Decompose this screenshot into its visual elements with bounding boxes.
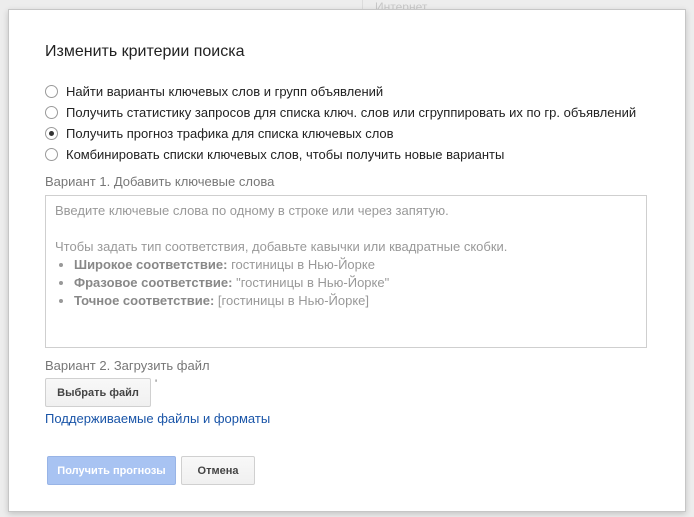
- option-label: Комбинировать списки ключевых слов, чтоб…: [66, 147, 505, 162]
- broad-match-example: гостиницы в Нью-Йорке: [231, 257, 375, 272]
- choose-file-button[interactable]: Выбрать файл: [45, 378, 151, 407]
- placeholder-line-1: Введите ключевые слова по одному в строк…: [55, 203, 449, 218]
- variant2-label: Вариант 2. Загрузить файл: [45, 358, 210, 373]
- search-criteria-dialog: Изменить критерии поиска Найти варианты …: [8, 9, 686, 512]
- phrase-match-example: "гостиницы в Нью-Йорке": [236, 275, 390, 290]
- radio-button[interactable]: [45, 85, 58, 98]
- supported-formats-link[interactable]: Поддерживаемые файлы и форматы: [45, 411, 270, 426]
- exact-match-label: Точное соответствие:: [74, 293, 215, 308]
- placeholder-line-2: Чтобы задать тип соответствия, добавьте …: [55, 239, 508, 254]
- phrase-match-label: Фразовое соответствие:: [74, 275, 233, 290]
- file-status-text: ': [155, 378, 158, 390]
- get-forecast-button[interactable]: Получить прогнозы: [47, 456, 176, 485]
- option-label: Найти варианты ключевых слов и групп объ…: [66, 84, 384, 99]
- keywords-textarea[interactable]: Введите ключевые слова по одному в строк…: [45, 195, 647, 348]
- match-type-list: Широкое соответствие: гостиницы в Нью-Йо…: [55, 256, 637, 310]
- variant1-label: Вариант 1. Добавить ключевые слова: [45, 174, 275, 189]
- broad-match-item: Широкое соответствие: гостиницы в Нью-Йо…: [74, 256, 637, 274]
- option-get-traffic-forecast[interactable]: Получить прогноз трафика для списка ключ…: [45, 123, 636, 144]
- option-get-search-volume[interactable]: Получить статистику запросов для списка …: [45, 102, 636, 123]
- dialog-title: Изменить критерии поиска: [45, 43, 245, 60]
- radio-button[interactable]: [45, 106, 58, 119]
- radio-button-selected[interactable]: [45, 127, 58, 140]
- phrase-match-item: Фразовое соответствие: "гостиницы в Нью-…: [74, 274, 637, 292]
- option-label: Получить прогноз трафика для списка ключ…: [66, 126, 394, 141]
- cancel-button[interactable]: Отмена: [181, 456, 255, 485]
- radio-button[interactable]: [45, 148, 58, 161]
- exact-match-item: Точное соответствие: [гостиницы в Нью-Йо…: [74, 292, 637, 310]
- option-label: Получить статистику запросов для списка …: [66, 105, 637, 120]
- exact-match-example: [гостиницы в Нью-Йорке]: [217, 293, 370, 308]
- option-find-keyword-ideas[interactable]: Найти варианты ключевых слов и групп объ…: [45, 81, 636, 102]
- option-radio-group: Найти варианты ключевых слов и групп объ…: [45, 81, 636, 165]
- broad-match-label: Широкое соответствие:: [74, 257, 228, 272]
- option-multiply-keyword-lists[interactable]: Комбинировать списки ключевых слов, чтоб…: [45, 144, 636, 165]
